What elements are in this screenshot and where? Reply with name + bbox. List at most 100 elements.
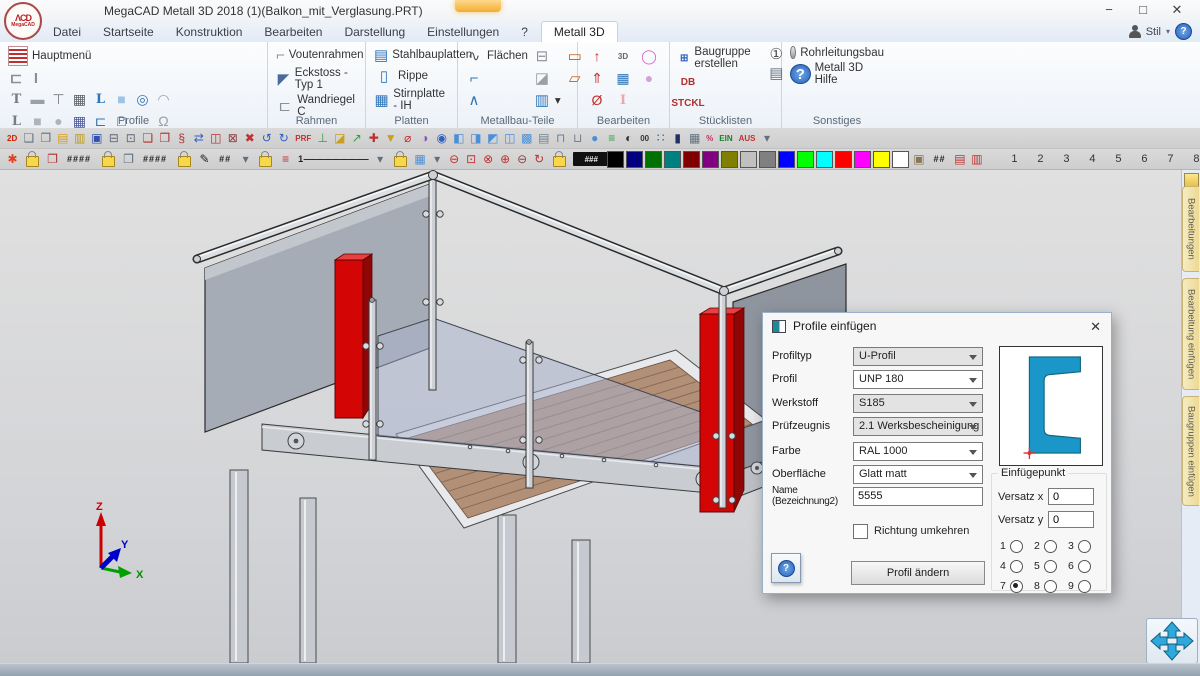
- sphere-view-icon[interactable]: ●: [586, 129, 603, 147]
- werkstoff-select[interactable]: S185: [853, 394, 983, 413]
- iso-box-icon[interactable]: ◧: [450, 129, 467, 147]
- 2[interactable]: 2: [1027, 153, 1053, 165]
- profiltyp-select[interactable]: U-Profil: [853, 347, 983, 366]
- viewport-3d[interactable]: Z X Y Bearbeitungen Bearbeitung einfügen…: [0, 170, 1200, 663]
- grating-icon[interactable]: ◪: [532, 69, 561, 87]
- mesh-cylinder-icon[interactable]: ▤: [535, 129, 552, 147]
- Startseite[interactable]: Startseite: [92, 23, 165, 41]
- #00ff00[interactable]: [797, 151, 814, 168]
- s-delete-icon[interactable]: Ø: [584, 89, 610, 111]
- dialog-titlebar[interactable]: Profile einfügen: [763, 313, 1111, 339]
- rtr-percent-icon[interactable]: %: [703, 129, 716, 147]
- stamp-page-icon[interactable]: §: [173, 129, 190, 147]
- #008080[interactable]: [664, 151, 681, 168]
- extend-beam-icon[interactable]: ↑: [584, 45, 610, 67]
- #ffffff[interactable]: [892, 151, 909, 168]
- dialog-close-button[interactable]: ✕: [1090, 319, 1101, 335]
- 7[interactable]: 7: [1157, 153, 1183, 165]
- #808080[interactable]: [759, 151, 776, 168]
- measure-axis-icon[interactable]: ⌀: [399, 129, 416, 147]
- redo-icon[interactable]: ↻: [275, 129, 292, 147]
- user-icon[interactable]: [1129, 25, 1141, 38]
- new-window-icon[interactable]: ◫: [207, 129, 224, 147]
- profile-3d-edit-icon[interactable]: 3D: [610, 45, 636, 67]
- lock-linetype-icon[interactable]: [259, 156, 272, 167]
- edit-pencil-icon[interactable]: ✎: [196, 150, 213, 168]
- import-folder-icon[interactable]: ▥: [71, 129, 88, 147]
- richtung-umkehren-checkbox[interactable]: [853, 524, 868, 539]
- copy-page-icon[interactable]: ❐: [156, 129, 173, 147]
- layer-field[interactable]: ####: [61, 150, 97, 168]
- globe-view-icon[interactable]: ◉: [433, 129, 450, 147]
- line-sample[interactable]: 1 ————————: [294, 150, 372, 168]
- voutenrahmen-button[interactable]: ⌐Voutenrahmen: [274, 45, 359, 65]
- rippe-button[interactable]: ▯Rippe: [372, 66, 451, 86]
- print-preview-icon[interactable]: ⊡: [122, 129, 139, 147]
- iso-box4-icon[interactable]: ◫: [501, 129, 518, 147]
- toggle-2d-3d-icon[interactable]: 2D: [4, 129, 20, 147]
- minimize-button[interactable]: −: [1092, 0, 1126, 20]
- t-profile-icon[interactable]: T: [6, 88, 27, 110]
- link-chain-icon[interactable]: 00: [637, 129, 652, 147]
- lock-color-icon[interactable]: [553, 156, 566, 167]
- 2[interactable]: [1044, 540, 1057, 553]
- active-layer-field[interactable]: ###: [573, 152, 610, 166]
- aus-toggle-icon[interactable]: AUS: [736, 129, 759, 147]
- zoom-in-icon[interactable]: ⊕: [497, 150, 514, 168]
- save-file-icon[interactable]: ▣: [88, 129, 105, 147]
- name-input[interactable]: [853, 487, 983, 506]
- grid-pattern-icon[interactable]: ▦: [412, 150, 429, 168]
- 9[interactable]: [1078, 580, 1091, 593]
- group-page-icon[interactable]: ❐: [120, 150, 137, 168]
- #ff0000[interactable]: [835, 151, 852, 168]
- rohrleitungsbau-button[interactable]: Rohrleitungsbau: [788, 45, 886, 60]
- #000000[interactable]: [607, 151, 624, 168]
- #00ffff[interactable]: [816, 151, 833, 168]
- 6[interactable]: 6: [1131, 153, 1157, 165]
- iso-box2-icon[interactable]: ◨: [467, 129, 484, 147]
- kzbs-icon[interactable]: ∷: [652, 129, 669, 147]
- sphere-pink-icon[interactable]: ●: [636, 67, 662, 89]
- l-profile-blue-icon[interactable]: L: [90, 88, 111, 110]
- image-frame-icon[interactable]: ▣: [910, 150, 927, 168]
- color-bars-icon[interactable]: ▥: [968, 150, 985, 168]
- tab-bearbeitungen[interactable]: Bearbeitungen: [1182, 186, 1199, 272]
- db-panel-icon[interactable]: ▮: [669, 129, 686, 147]
- #007000[interactable]: [645, 151, 662, 168]
- flat-profile-icon[interactable]: ▬: [27, 88, 48, 110]
- pen-field[interactable]: ##: [213, 150, 237, 168]
- group-field[interactable]: ####: [137, 150, 173, 168]
- 8[interactable]: [1044, 580, 1057, 593]
- 3[interactable]: [1078, 540, 1091, 553]
- shorten-beam-icon[interactable]: ⇑: [584, 67, 610, 89]
- flaechen-button[interactable]: ∿Flächen: [464, 47, 528, 65]
- #800080[interactable]: [702, 151, 719, 168]
- more-dropdown-icon[interactable]: ▾: [759, 129, 776, 147]
- dialog-help-button[interactable]: ?: [771, 553, 801, 583]
- tab-bearbeitung-einfuegen[interactable]: Bearbeitung einfügen: [1182, 278, 1199, 390]
- #0000ff[interactable]: [778, 151, 795, 168]
- profile-3d-box-icon[interactable]: ▦: [69, 88, 90, 110]
- ibeam-ghost-icon[interactable]: I: [610, 89, 636, 111]
- plot-file-icon[interactable]: ❏: [139, 129, 156, 147]
- close-window-icon[interactable]: ⊠: [224, 129, 241, 147]
- profil-select[interactable]: UNP 180: [853, 370, 983, 389]
- stahlbauplatten-button[interactable]: ▤Stahlbauplatten: [372, 45, 451, 65]
- open-file-icon[interactable]: ❐: [37, 129, 54, 147]
- 4[interactable]: 4: [1079, 153, 1105, 165]
- #c0c0c0[interactable]: [740, 151, 757, 168]
- i-profile-icon[interactable]: I: [26, 70, 46, 88]
- 3[interactable]: 3: [1053, 153, 1079, 165]
- zoom-previous-icon[interactable]: ⊗: [480, 150, 497, 168]
- Datei[interactable]: Datei: [42, 23, 92, 41]
- bent-plate-icon[interactable]: ⌐: [464, 69, 528, 87]
- louver-panel-icon[interactable]: ▥▾: [532, 91, 561, 109]
- stil-label[interactable]: Stil: [1146, 26, 1161, 38]
- zoom-window-icon[interactable]: ⊡: [463, 150, 480, 168]
- table-trg-icon[interactable]: ▦: [686, 129, 703, 147]
- structure-tree-icon[interactable]: ≡: [603, 129, 620, 147]
- shaded-sphere-icon[interactable]: ◑: [416, 129, 433, 147]
- #ffff00[interactable]: [873, 151, 890, 168]
- eckstoss-button[interactable]: ◤Eckstoss - Typ 1: [274, 66, 359, 92]
- open-folder-icon[interactable]: ▤: [54, 129, 71, 147]
